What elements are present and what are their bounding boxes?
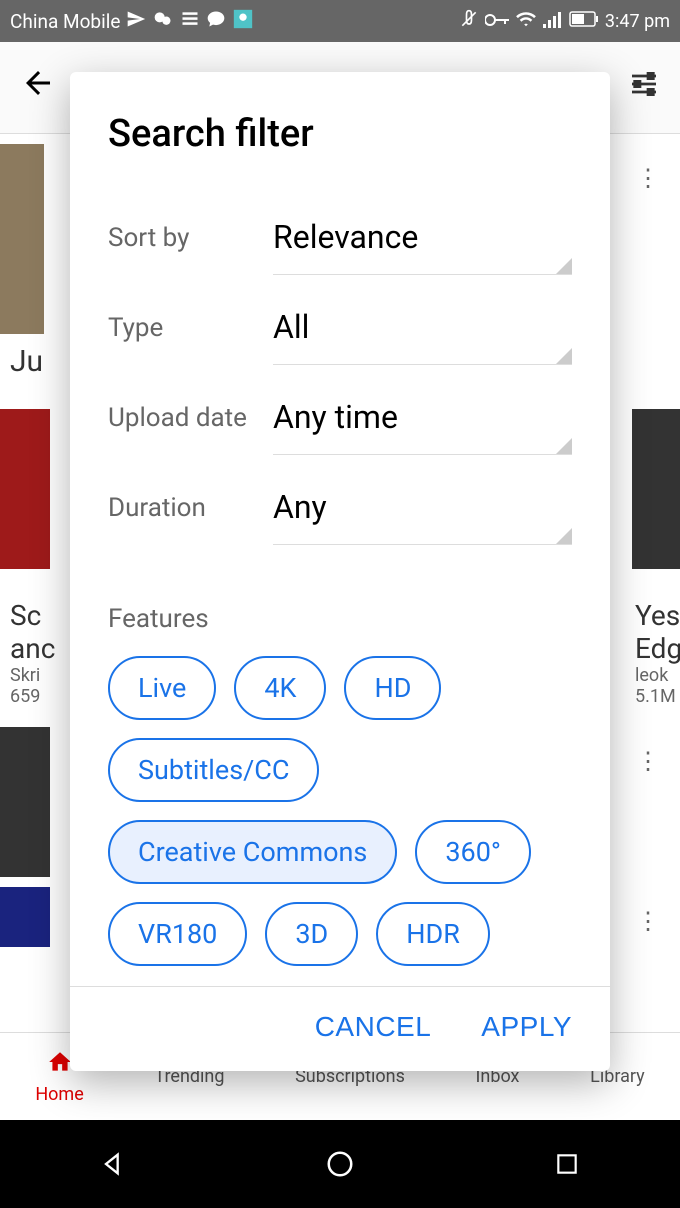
- time-label: 3:47 pm: [605, 11, 670, 32]
- app-icon: [232, 8, 254, 35]
- chip-hd[interactable]: HD: [344, 656, 441, 720]
- signal-icon: [543, 10, 563, 33]
- features-title: Features: [108, 604, 572, 634]
- filter-value: Any time: [273, 398, 572, 436]
- chip-creative-commons[interactable]: Creative Commons: [108, 820, 397, 884]
- duration-select[interactable]: Any: [273, 474, 572, 545]
- status-left: China Mobile: [10, 8, 459, 35]
- carrier-label: China Mobile: [10, 10, 120, 33]
- chip-vr180[interactable]: VR180: [108, 902, 247, 966]
- dialog-title: Search filter: [108, 112, 572, 156]
- stack-icon: [180, 9, 200, 34]
- chip-3d[interactable]: 3D: [265, 902, 358, 966]
- mute-icon: [459, 9, 479, 34]
- chip-subtitles[interactable]: Subtitles/CC: [108, 738, 319, 802]
- battery-icon: [569, 11, 599, 32]
- wechat-icon: [152, 9, 174, 34]
- cancel-button[interactable]: CANCEL: [315, 1011, 432, 1043]
- features-section: Features Live 4K HD Subtitles/CC Creativ…: [108, 604, 572, 966]
- send-icon: [126, 9, 146, 34]
- chip-4k[interactable]: 4K: [234, 656, 326, 720]
- status-bar: China Mobile 3:47 pm: [0, 0, 680, 42]
- filter-row-type: Type All: [108, 294, 572, 384]
- apply-button[interactable]: APPLY: [481, 1011, 572, 1043]
- status-right: 3:47 pm: [459, 9, 670, 34]
- chip-live[interactable]: Live: [108, 656, 216, 720]
- filter-label: Type: [108, 294, 253, 346]
- chip-hdr[interactable]: HDR: [376, 902, 490, 966]
- filter-label: Upload date: [108, 384, 253, 436]
- upload-date-select[interactable]: Any time: [273, 384, 572, 455]
- wifi-icon: [515, 10, 537, 33]
- dialog-actions: CANCEL APPLY: [70, 986, 610, 1071]
- search-filter-dialog: Search filter Sort by Relevance Type All…: [70, 72, 610, 1071]
- chat-icon: [206, 9, 226, 34]
- sort-by-select[interactable]: Relevance: [273, 204, 572, 275]
- filter-row-upload-date: Upload date Any time: [108, 384, 572, 474]
- dialog-body: Search filter Sort by Relevance Type All…: [70, 72, 610, 986]
- filter-row-duration: Duration Any: [108, 474, 572, 564]
- vpn-key-icon: [485, 11, 509, 32]
- filter-label: Sort by: [108, 204, 253, 256]
- filter-row-sortby: Sort by Relevance: [108, 204, 572, 294]
- filter-value: Relevance: [273, 218, 572, 256]
- filter-value: All: [273, 308, 572, 346]
- chip-360[interactable]: 360°: [415, 820, 531, 884]
- feature-chips: Live 4K HD Subtitles/CC Creative Commons…: [108, 656, 572, 966]
- type-select[interactable]: All: [273, 294, 572, 365]
- dialog-overlay: Search filter Sort by Relevance Type All…: [0, 42, 680, 1208]
- filter-label: Duration: [108, 474, 253, 526]
- filter-value: Any: [273, 488, 572, 526]
